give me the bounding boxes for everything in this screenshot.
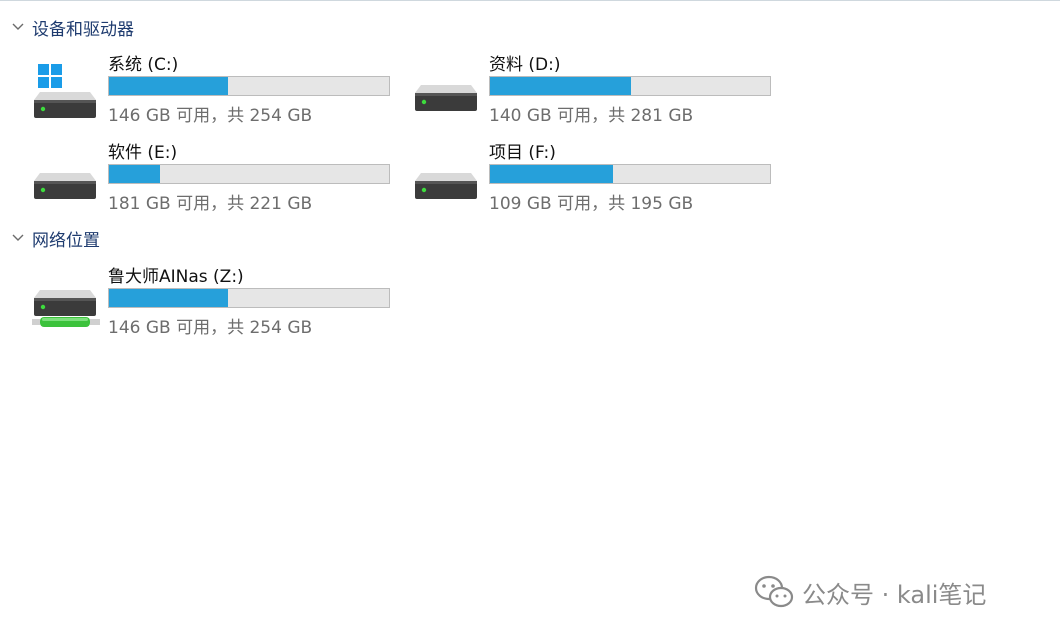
- usage-bar: [108, 76, 390, 96]
- drive-capacity-text: 181 GB 可用，共 221 GB: [108, 194, 313, 214]
- usage-bar: [489, 164, 771, 184]
- usage-bar-fill: [490, 165, 614, 183]
- section-header-network[interactable]: 网络位置: [10, 226, 100, 251]
- drive-name: 软件 (E:): [108, 143, 178, 163]
- drive-capacity-text: 109 GB 可用，共 195 GB: [489, 194, 694, 214]
- drive-item-d[interactable]: 资料 (D:) 140 GB 可用，共 281 GB: [393, 50, 771, 130]
- drive-capacity-text: 140 GB 可用，共 281 GB: [489, 106, 694, 126]
- usage-bar-fill: [109, 165, 160, 183]
- watermark: 公众号 · kali笔记: [754, 572, 986, 612]
- hard-drive-icon: [415, 173, 477, 199]
- top-divider: [0, 0, 1060, 1]
- drive-capacity-text: 146 GB 可用，共 254 GB: [108, 106, 313, 126]
- drive-item-e[interactable]: 软件 (E:) 181 GB 可用，共 221 GB: [12, 138, 390, 218]
- drive-item-c[interactable]: 系统 (C:) 146 GB 可用，共 254 GB: [12, 50, 390, 130]
- section-title: 设备和驱动器: [32, 19, 134, 40]
- drive-name: 鲁大师AINas (Z:): [108, 267, 244, 287]
- drive-name: 项目 (F:): [489, 143, 556, 163]
- usage-bar: [108, 164, 390, 184]
- usage-bar: [108, 288, 390, 308]
- usage-bar-fill: [490, 77, 631, 95]
- drive-name: 系统 (C:): [108, 55, 179, 75]
- network-drive-icon: [32, 290, 100, 327]
- hard-drive-icon: [415, 85, 477, 111]
- drive-item-f[interactable]: 项目 (F:) 109 GB 可用，共 195 GB: [393, 138, 771, 218]
- drive-name: 资料 (D:): [489, 55, 561, 75]
- watermark-text: 公众号 · kali笔记: [802, 580, 987, 609]
- drive-item-z[interactable]: 鲁大师AINas (Z:) 146 GB 可用，共 254 GB: [12, 262, 390, 342]
- windows-drive-icon: [34, 64, 96, 118]
- chevron-down-icon: [12, 234, 24, 241]
- usage-bar-fill: [109, 289, 228, 307]
- wechat-icon: [754, 575, 794, 608]
- chevron-down-icon: [12, 23, 24, 30]
- section-title: 网络位置: [32, 230, 100, 251]
- section-header-devices[interactable]: 设备和驱动器: [10, 15, 134, 40]
- usage-bar-fill: [109, 77, 228, 95]
- hard-drive-icon: [34, 173, 96, 199]
- usage-bar: [489, 76, 771, 96]
- drive-capacity-text: 146 GB 可用，共 254 GB: [108, 318, 313, 338]
